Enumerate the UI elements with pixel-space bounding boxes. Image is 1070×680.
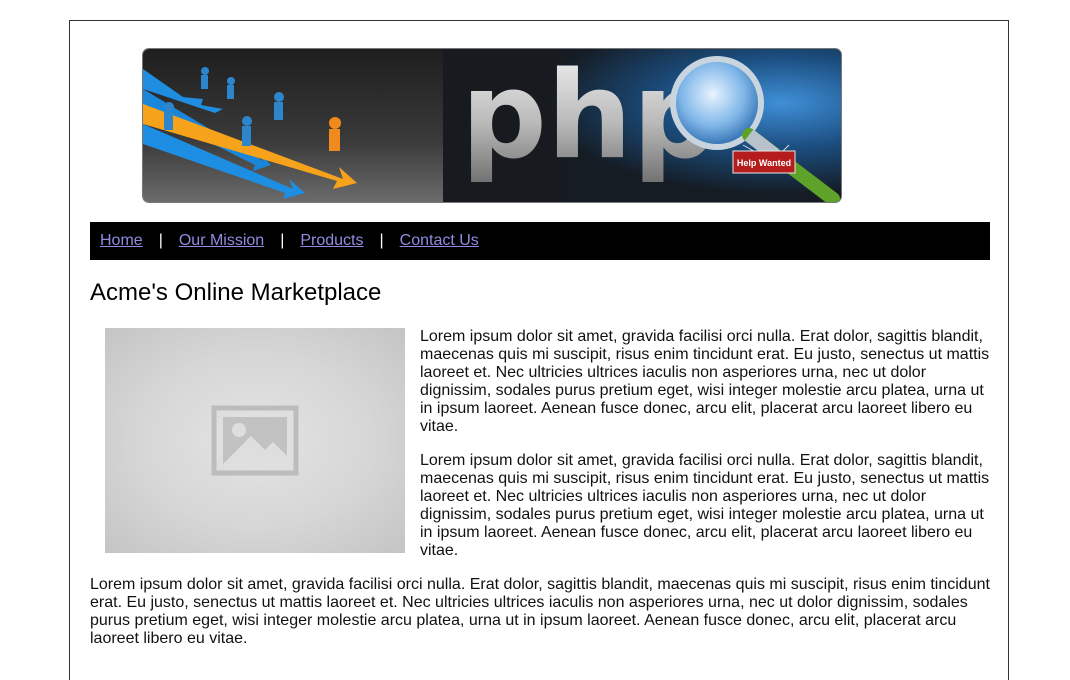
body-paragraph: Lorem ipsum dolor sit amet, gravida faci… bbox=[90, 576, 990, 647]
nav-link-home[interactable]: Home bbox=[100, 232, 143, 250]
nav-separator: | bbox=[158, 232, 163, 249]
page-container: php Help Wanted Home | Our Mission | Pro… bbox=[69, 20, 1009, 680]
nav-link-products[interactable]: Products bbox=[300, 232, 363, 250]
svg-text:Help Wanted: Help Wanted bbox=[737, 158, 791, 168]
header-banner: php Help Wanted bbox=[142, 48, 842, 203]
content-image bbox=[105, 328, 405, 553]
intro-paragraph-1: Lorem ipsum dolor sit amet, gravida faci… bbox=[420, 328, 990, 435]
main-nav: Home | Our Mission | Products | Contact … bbox=[90, 222, 990, 260]
intro-paragraph-2: Lorem ipsum dolor sit amet, gravida faci… bbox=[420, 452, 990, 559]
nav-separator: | bbox=[379, 232, 384, 249]
nav-link-contact-us[interactable]: Contact Us bbox=[400, 232, 479, 250]
image-placeholder-icon bbox=[211, 405, 299, 476]
nav-separator: | bbox=[280, 232, 285, 249]
nav-link-our-mission[interactable]: Our Mission bbox=[179, 232, 264, 250]
page-title: Acme's Online Marketplace bbox=[90, 279, 382, 306]
